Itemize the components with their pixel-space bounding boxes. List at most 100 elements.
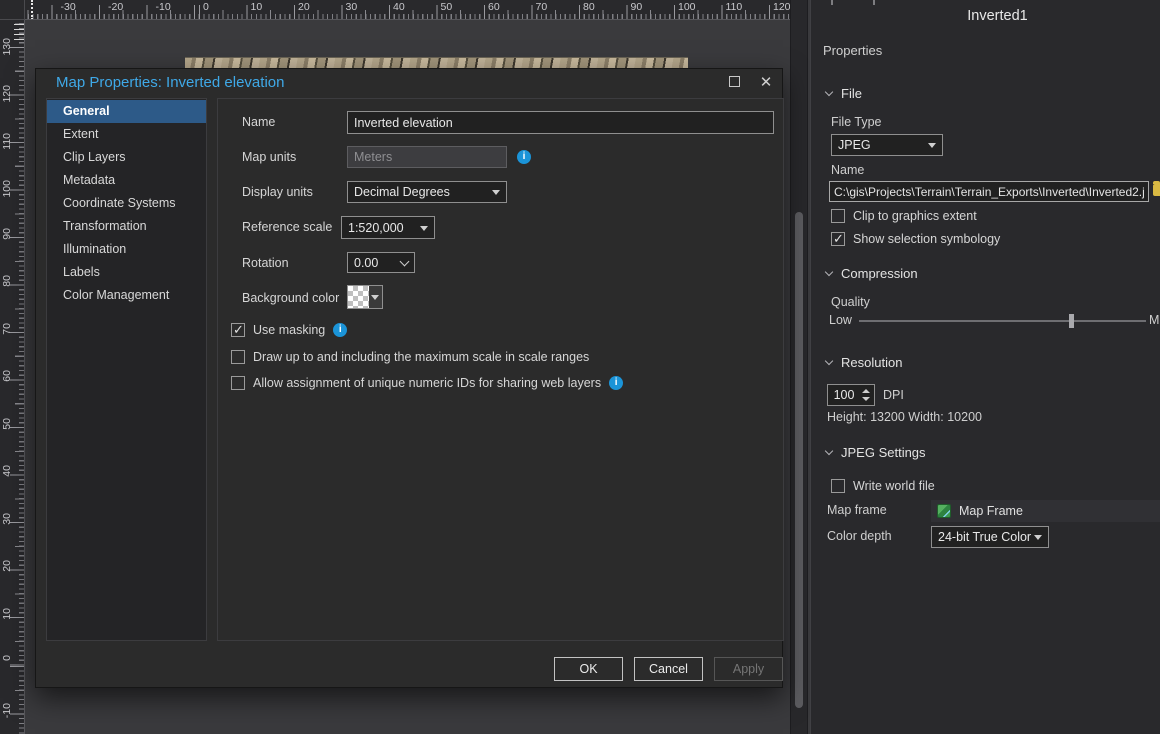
- ok-button[interactable]: OK: [554, 657, 623, 681]
- vertical-scrollbar[interactable]: [790, 0, 808, 734]
- tab-color-management[interactable]: Color Management: [47, 284, 206, 307]
- unique-ids-label: Allow assignment of unique numeric IDs f…: [253, 376, 601, 390]
- tab-metadata[interactable]: Metadata: [47, 169, 206, 192]
- top-ruler-label: -30: [61, 1, 76, 13]
- left-ruler-label: 40: [1, 465, 13, 477]
- dialog-titlebar[interactable]: Map Properties: Inverted elevation ✕: [36, 69, 782, 97]
- draw-max-scale-checkbox[interactable]: [231, 350, 245, 364]
- top-ruler-label: 60: [488, 1, 500, 13]
- rotation-label: Rotation: [242, 256, 289, 270]
- restore-window-icon[interactable]: [726, 75, 742, 91]
- dialog-title: Map Properties: Inverted elevation: [56, 74, 284, 91]
- browse-folder-icon[interactable]: [1153, 184, 1160, 196]
- left-ruler-label: 90: [1, 228, 13, 240]
- cancel-button[interactable]: Cancel: [634, 657, 703, 681]
- top-ruler-label: 80: [583, 1, 595, 13]
- resolution-section-header[interactable]: Resolution: [826, 355, 902, 370]
- top-ruler-label: -20: [108, 1, 123, 13]
- selection-symbology-checkbox[interactable]: [831, 232, 845, 246]
- tab-coordinate-systems[interactable]: Coordinate Systems: [47, 192, 206, 215]
- display-units-select[interactable]: Decimal Degrees: [347, 181, 507, 203]
- tab-clip-layers[interactable]: Clip Layers: [47, 146, 206, 169]
- left-ruler-label: 0: [1, 655, 13, 661]
- map-frame-select[interactable]: Map Frame: [931, 500, 1160, 522]
- rotation-combo[interactable]: 0.00: [347, 252, 415, 273]
- scrollbar-thumb[interactable]: [795, 212, 803, 708]
- tab-general[interactable]: General: [47, 100, 206, 123]
- map-units-label: Map units: [242, 150, 296, 164]
- reference-scale-select[interactable]: 1:520,000: [341, 216, 435, 239]
- left-ruler-label: 120: [1, 85, 13, 103]
- color-depth-select[interactable]: 24-bit True Color: [931, 526, 1049, 548]
- write-world-file-label: Write world file: [853, 479, 935, 493]
- quality-slider[interactable]: [859, 320, 1146, 322]
- left-ruler-label: 30: [1, 513, 13, 525]
- chevron-down-icon: [825, 447, 833, 455]
- jpeg-settings-section-header[interactable]: JPEG Settings: [826, 445, 926, 460]
- top-ruler-label: 70: [536, 1, 548, 13]
- use-masking-checkbox[interactable]: [231, 323, 245, 337]
- quality-min-label: Low: [829, 313, 852, 327]
- top-ruler-label: 110: [726, 1, 743, 13]
- close-icon[interactable]: ✕: [758, 75, 774, 91]
- dpi-unit-label: DPI: [883, 388, 904, 402]
- tab-labels[interactable]: Labels: [47, 261, 206, 284]
- background-color-label: Background color: [242, 291, 339, 305]
- left-ruler[interactable]: 1301201101009080706050403020100-10: [0, 20, 25, 734]
- top-ruler-label: 90: [631, 1, 643, 13]
- map-name-input[interactable]: [347, 111, 774, 134]
- clip-graphics-label: Clip to graphics extent: [853, 209, 977, 223]
- map-units-input: [347, 146, 507, 168]
- reference-scale-label: Reference scale: [242, 220, 332, 234]
- top-ruler-major-ticks: [25, 5, 790, 19]
- map-frame-thumbnail-icon: [937, 504, 951, 518]
- file-name-label: Name: [831, 163, 864, 177]
- chevron-down-icon: [825, 268, 833, 276]
- quality-slider-thumb[interactable]: [1069, 314, 1074, 328]
- top-ruler[interactable]: -30-20-100102030405060708090100110120: [25, 0, 790, 20]
- file-type-select[interactable]: JPEG: [831, 134, 943, 156]
- compression-section-header[interactable]: Compression: [826, 266, 918, 281]
- unique-ids-checkbox[interactable]: [231, 376, 245, 390]
- info-icon[interactable]: i: [333, 323, 347, 337]
- apply-button: Apply: [714, 657, 783, 681]
- export-pane: Inverted1 Properties File File Type JPEG…: [810, 0, 1160, 734]
- clip-graphics-checkbox-row[interactable]: Clip to graphics extent: [831, 209, 977, 223]
- use-masking-label: Use masking: [253, 323, 325, 337]
- file-path-input[interactable]: [829, 181, 1149, 202]
- use-masking-checkbox-row[interactable]: Use masking i: [231, 323, 347, 337]
- info-icon[interactable]: i: [517, 150, 531, 164]
- draw-max-scale-checkbox-row[interactable]: Draw up to and including the maximum sca…: [231, 350, 589, 364]
- left-ruler-label: 110: [1, 133, 13, 150]
- top-ruler-label: 100: [678, 1, 696, 13]
- spinner-down-icon[interactable]: [862, 397, 870, 401]
- spinner-up-icon[interactable]: [862, 389, 870, 393]
- left-ruler-label: 10: [1, 608, 13, 620]
- left-ruler-label: 50: [1, 418, 13, 430]
- dpi-spinner[interactable]: 100: [827, 384, 875, 406]
- left-ruler-label: -10: [1, 703, 13, 718]
- app-window: -30-20-100102030405060708090100110120 13…: [0, 0, 1160, 734]
- tab-extent[interactable]: Extent: [47, 123, 206, 146]
- clip-graphics-checkbox[interactable]: [831, 209, 845, 223]
- unique-ids-checkbox-row[interactable]: Allow assignment of unique numeric IDs f…: [231, 376, 623, 390]
- properties-heading: Properties: [823, 43, 882, 58]
- ruler-origin-marker-left: [14, 24, 24, 44]
- info-icon[interactable]: i: [609, 376, 623, 390]
- file-type-label: File Type: [831, 115, 882, 129]
- left-ruler-label: 20: [1, 560, 13, 572]
- top-ruler-label: 40: [393, 1, 405, 13]
- top-ruler-label: 20: [298, 1, 310, 13]
- background-color-picker[interactable]: [347, 285, 383, 309]
- top-ruler-label: 30: [346, 1, 358, 13]
- tab-transformation[interactable]: Transformation: [47, 215, 206, 238]
- map-properties-dialog: Map Properties: Inverted elevation ✕ Gen…: [35, 68, 783, 688]
- write-world-file-checkbox[interactable]: [831, 479, 845, 493]
- name-label: Name: [242, 115, 275, 129]
- write-world-file-checkbox-row[interactable]: Write world file: [831, 479, 935, 493]
- tab-illumination[interactable]: Illumination: [47, 238, 206, 261]
- selection-symbology-checkbox-row[interactable]: Show selection symbology: [831, 232, 1000, 246]
- output-dimensions-text: Height: 13200 Width: 10200: [827, 410, 982, 424]
- quality-label: Quality: [831, 295, 870, 309]
- file-section-header[interactable]: File: [826, 86, 862, 101]
